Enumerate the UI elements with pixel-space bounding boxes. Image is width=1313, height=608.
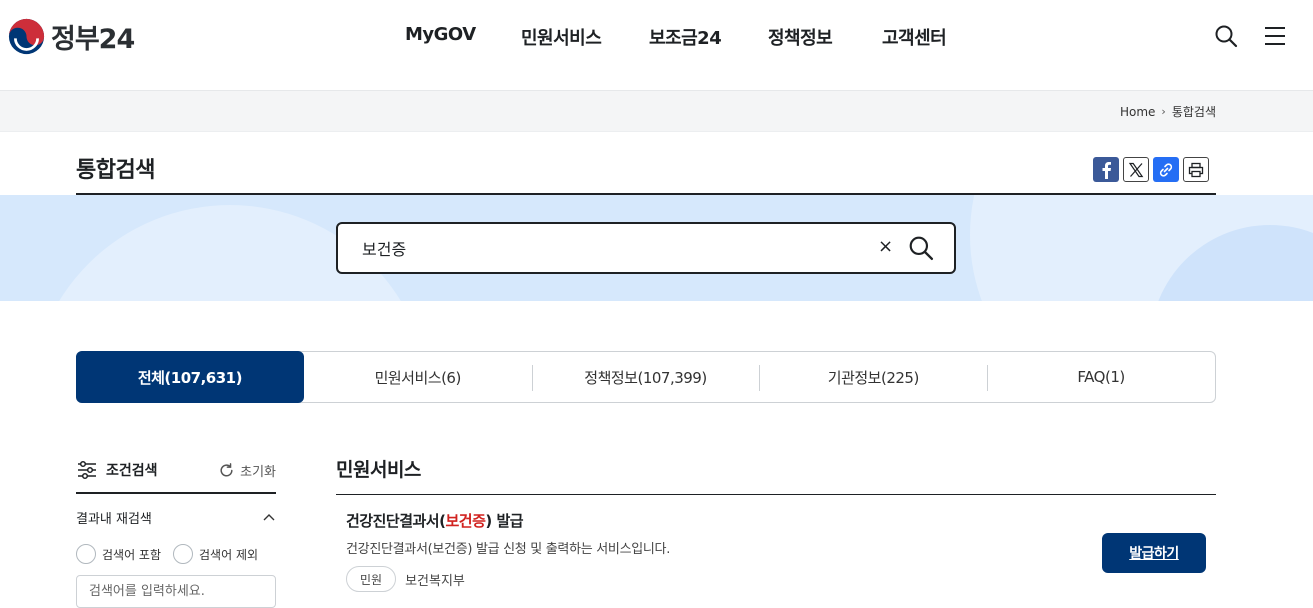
search-input[interactable] <box>362 236 862 260</box>
result-title-prefix: 건강진단결과서( <box>346 512 446 530</box>
result-description: 건강진단결과서(보건증) 발급 신청 및 출력하는 서비스입니다. <box>346 542 671 557</box>
nav-item-policy-info[interactable]: 정책정보 <box>768 24 833 50</box>
refine-options: 검색어 포함 검색어 제외 <box>76 544 258 564</box>
breadcrumb-bar: Home › 통합검색 <box>0 91 1313 132</box>
site-header: 정부24 MyGOV 민원서비스 보조금24 정책정보 고객센터 <box>0 0 1313 91</box>
filter-title: 조건검색 <box>76 460 158 480</box>
chevron-right-icon: › <box>1161 105 1166 118</box>
tab-civil-service[interactable]: 민원서비스(6) <box>304 352 532 402</box>
page-title: 통합검색 <box>76 158 155 183</box>
main-nav: MyGOV 민원서비스 보조금24 정책정보 고객센터 <box>0 0 1313 72</box>
nav-item-subsidy24[interactable]: 보조금24 <box>649 24 722 50</box>
facebook-share-button[interactable] <box>1093 157 1119 182</box>
tab-faq[interactable]: FAQ(1) <box>987 352 1215 402</box>
hamburger-menu-icon[interactable] <box>1263 24 1287 48</box>
breadcrumb: Home › 통합검색 <box>1120 103 1216 120</box>
search-submit-icon[interactable] <box>908 235 934 261</box>
include-keyword-option[interactable]: 검색어 포함 <box>76 544 161 564</box>
chevron-up-icon[interactable] <box>262 513 276 523</box>
result-title-highlight: 보건증 <box>445 512 486 530</box>
agency-name: 보건복지부 <box>405 573 465 589</box>
section-title: 민원서비스 <box>336 459 421 481</box>
result-item: 건강진단결과서(보건증) 발급 건강진단결과서(보건증) 발급 신청 및 출력하… <box>346 510 1206 592</box>
radio-button[interactable] <box>173 544 194 564</box>
result-meta: 민원 보건복지부 <box>346 566 1206 592</box>
section-divider <box>336 494 1216 495</box>
reset-button[interactable]: 초기화 <box>218 461 276 480</box>
category-tag: 민원 <box>346 566 397 592</box>
nav-item-mygov[interactable]: MyGOV <box>405 24 476 45</box>
nav-item-civil-service[interactable]: 민원서비스 <box>521 24 602 50</box>
reset-label: 초기화 <box>240 465 276 480</box>
exclude-keyword-label: 검색어 제외 <box>199 547 259 562</box>
search-banner: × <box>0 195 1313 301</box>
search-box: × <box>336 222 956 274</box>
print-button[interactable] <box>1183 157 1209 182</box>
facebook-icon <box>1102 161 1111 179</box>
result-title[interactable]: 건강진단결과서(보건증) 발급 <box>346 510 1206 531</box>
issue-button[interactable]: 발급하기 <box>1102 533 1206 573</box>
print-icon <box>1188 162 1204 177</box>
include-keyword-label: 검색어 포함 <box>102 547 162 562</box>
refine-search-input[interactable] <box>76 575 276 608</box>
tab-policy-info[interactable]: 정책정보(107,399) <box>531 352 760 402</box>
result-tabs: 전체(107,631) 민원서비스(6) 정책정보(107,399) 기관정보(… <box>76 351 1216 403</box>
sliders-icon <box>78 460 96 480</box>
breadcrumb-home[interactable]: Home <box>1120 105 1155 119</box>
exclude-keyword-option[interactable]: 검색어 제외 <box>173 544 258 564</box>
x-icon <box>1128 162 1144 177</box>
tab-all[interactable]: 전체(107,631) <box>76 351 304 403</box>
refine-search-title: 결과내 재검색 <box>76 512 152 527</box>
result-title-suffix: ) 발급 <box>485 512 524 530</box>
filter-title-label: 조건검색 <box>106 463 158 479</box>
filter-header: 조건검색 초기화 <box>76 458 276 494</box>
search-icon[interactable] <box>1214 24 1238 48</box>
breadcrumb-current: 통합검색 <box>1171 105 1216 119</box>
tab-agency-info[interactable]: 기관정보(225) <box>759 352 987 402</box>
refine-search-header[interactable]: 결과내 재검색 <box>76 508 276 527</box>
share-buttons <box>1093 157 1209 182</box>
radio-button[interactable] <box>76 544 96 564</box>
copy-link-button[interactable] <box>1153 157 1179 182</box>
x-share-button[interactable] <box>1123 157 1149 182</box>
clear-search-button[interactable]: × <box>878 236 893 257</box>
refresh-icon <box>220 463 233 477</box>
nav-item-customer-center[interactable]: 고객센터 <box>882 24 947 50</box>
link-icon <box>1159 162 1173 177</box>
